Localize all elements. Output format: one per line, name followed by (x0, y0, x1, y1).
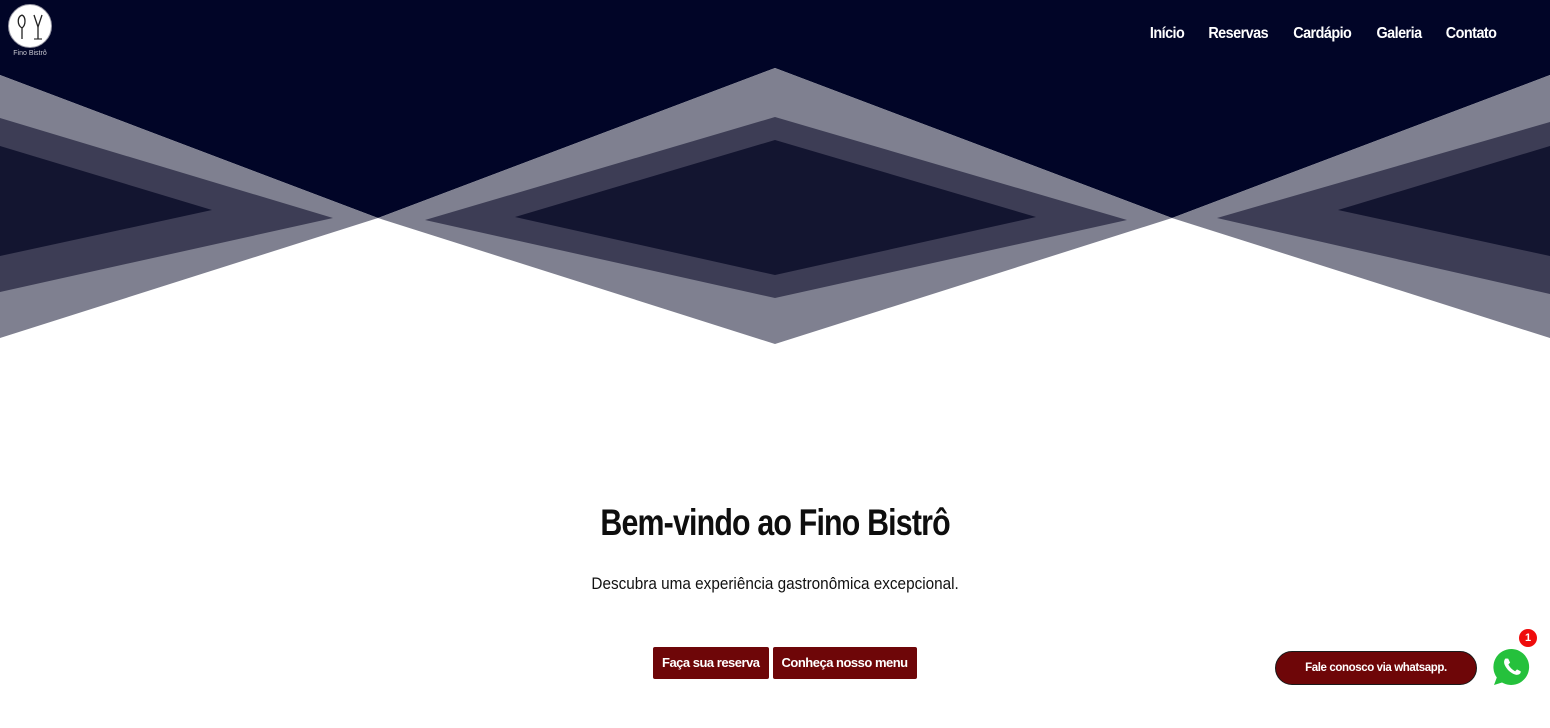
whatsapp-contact-pill[interactable]: Fale conosco via whatsapp. (1275, 651, 1477, 685)
welcome-subtitle-text: Descubra uma experiência gastronômica ex… (591, 574, 959, 593)
nav-item-inicio[interactable]: Início (1150, 22, 1185, 46)
page: Fino Bistrô Início Reservas Cardápio Gal… (0, 0, 1550, 728)
logo-emblem (8, 4, 52, 48)
welcome-subtitle: Descubra uma experiência gastronômica ex… (0, 574, 1550, 594)
welcome-title-text: Bem-vindo ao Fino Bistrô (600, 502, 950, 543)
nav-item-cardapio[interactable]: Cardápio (1293, 22, 1352, 46)
nav-item-reservas[interactable]: Reservas (1208, 22, 1268, 46)
hero-background (0, 0, 1550, 345)
brand-logo[interactable]: Fino Bistrô (7, 4, 53, 62)
menu-button[interactable]: Conheça nosso menu (772, 647, 917, 679)
whatsapp-icon[interactable] (1489, 644, 1535, 690)
cta-buttons: Faça sua reserva Conheça nosso menu (653, 647, 917, 679)
reserve-button[interactable]: Faça sua reserva (653, 647, 769, 679)
cutlery-icon (17, 14, 43, 40)
main-nav: Início Reservas Cardápio Galeria Contato (1148, 22, 1499, 46)
nav-item-contato[interactable]: Contato (1446, 22, 1497, 46)
logo-text: Fino Bistrô (13, 50, 47, 57)
notification-badge: 1 (1519, 629, 1537, 647)
nav-item-galeria[interactable]: Galeria (1376, 22, 1422, 46)
welcome-title: Bem-vindo ao Fino Bistrô (0, 502, 1550, 544)
